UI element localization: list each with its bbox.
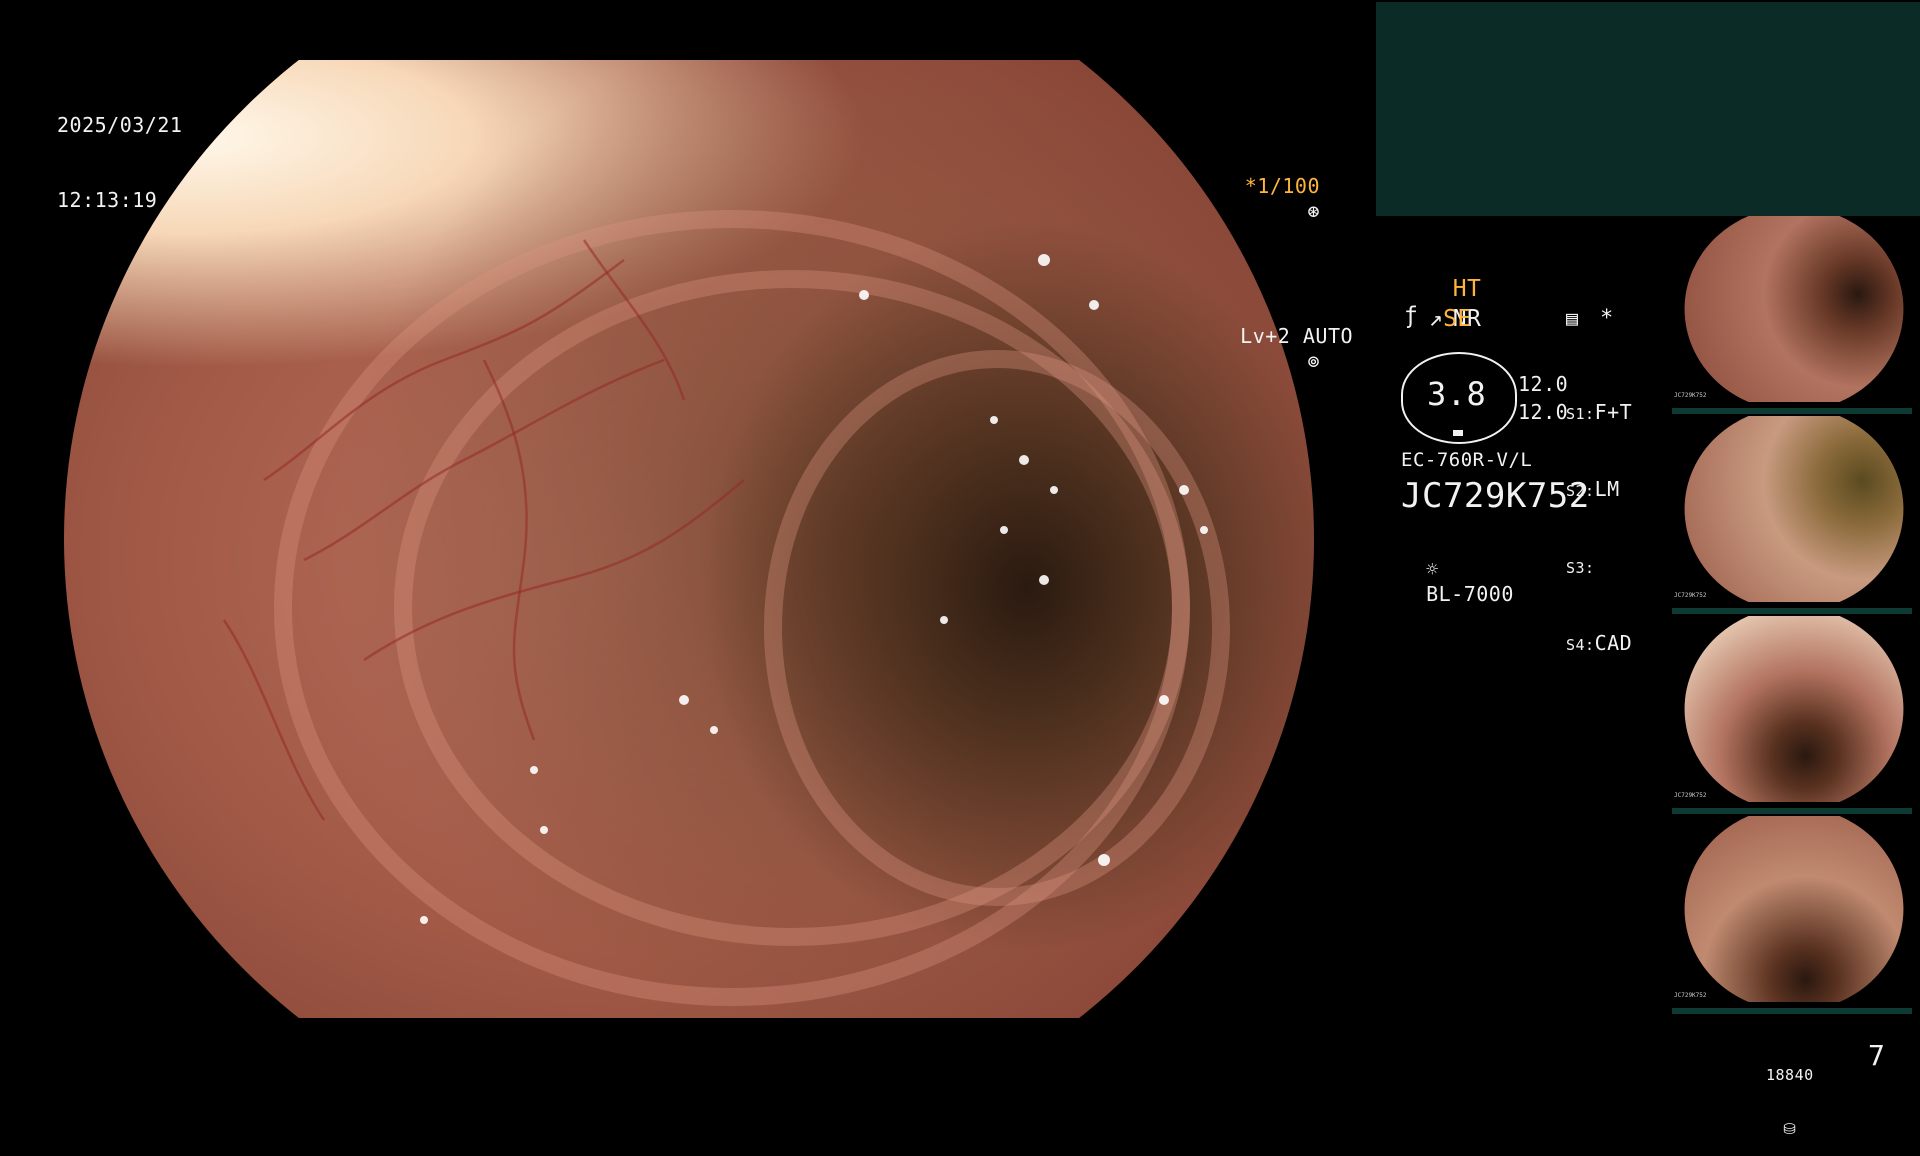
scope-tip-icon: ↗ (1428, 306, 1444, 332)
function-icon: ƒ (1404, 303, 1419, 329)
scope-serial: JC729K752 (1401, 476, 1590, 516)
scope-model: EC-760R-V/L (1401, 449, 1533, 471)
shutter-speed-text: *1/100 (1244, 174, 1320, 198)
auto-iris-icon: ⊚ (1307, 349, 1320, 373)
s1-label: S1: (1566, 405, 1595, 423)
level-mode-text: Lv+2 AUTO (1240, 324, 1354, 348)
time-text: 12:13:19 (57, 188, 158, 212)
thumbnail-4[interactable]: JC729K752 (1672, 816, 1912, 1014)
thumbnail-image (1684, 416, 1904, 602)
storage-counter: 18840 ⛁ (1766, 1030, 1814, 1156)
side-value-2: 12.0 (1518, 400, 1569, 424)
thumbnail-image (1684, 616, 1904, 802)
storage-icon: ⛁ (1783, 1120, 1797, 1138)
info-panel-top (1376, 2, 1920, 216)
s3-label: S3: (1566, 559, 1595, 577)
specular-highlights (420, 254, 1208, 924)
dial-marker (1453, 430, 1463, 436)
endoscope-main-view (64, 60, 1314, 1018)
star-indicator: * (1600, 306, 1614, 331)
thumbnail-image (1684, 216, 1904, 402)
se-indicator: SE (1443, 306, 1472, 332)
storage-count-text: 18840 (1766, 1066, 1814, 1084)
s4-value: CAD (1594, 631, 1633, 655)
date-time-block: 2025/03/21 12:13:19 (57, 63, 182, 238)
thumbnail-2[interactable]: JC729K752 (1672, 416, 1912, 614)
shutter-icon: ⊛ (1307, 199, 1320, 223)
brightness-dial: 3.8 (1401, 352, 1517, 444)
thumbnail-serial: JC729K752 (1674, 792, 1707, 799)
light-source-text: BL-7000 (1426, 582, 1514, 606)
memo-icon: ▤ (1566, 306, 1579, 330)
thumbnail-serial: JC729K752 (1674, 592, 1707, 599)
date-text: 2025/03/21 (57, 113, 183, 137)
light-source-block: ☼ BL-7000 (1401, 532, 1514, 607)
s4-label: S4: (1566, 636, 1595, 654)
dial-value: 3.8 (1427, 375, 1487, 413)
switch-assignments: S1:F+T S2:LM S3: S4:CAD (1566, 350, 1632, 683)
thumbnail-image (1684, 816, 1904, 1002)
light-source-icon: ☼ (1426, 557, 1439, 581)
s1-value: F+T (1594, 400, 1633, 424)
image-count-text: 7 (1868, 1039, 1886, 1072)
exposure-block: *1/100 ⊛ Lv+2 AUTO ⊚ (1190, 99, 1352, 424)
thumbnail-3[interactable]: JC729K752 (1672, 616, 1912, 814)
thumbnail-serial: JC729K752 (1674, 992, 1707, 999)
thumbnail-1[interactable]: JC729K752 (1672, 216, 1912, 414)
s2-value: LM (1594, 477, 1620, 501)
thumbnail-serial: JC729K752 (1674, 392, 1707, 399)
side-value-1: 12.0 (1518, 372, 1569, 396)
